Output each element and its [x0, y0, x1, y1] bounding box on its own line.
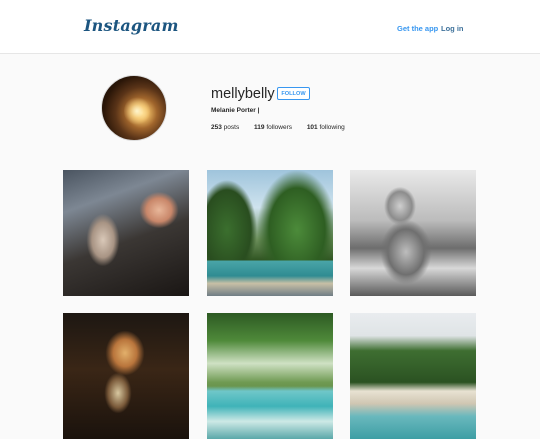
profile-full-name: Melanie Porter | — [211, 107, 260, 114]
followers-stat[interactable]: 119 followers — [254, 124, 292, 131]
following-count: 101 — [306, 124, 318, 131]
following-stat[interactable]: 101 following — [307, 124, 345, 131]
post-thumbnail-2[interactable] — [207, 170, 333, 296]
top-navigation-bar: Instagram Get the app Log in — [0, 0, 540, 54]
post-thumbnail-1[interactable] — [63, 170, 189, 296]
get-the-app-link[interactable]: Get the app — [397, 24, 438, 33]
followers-label: followers — [266, 124, 292, 131]
following-label: following — [319, 124, 345, 131]
profile-stats: 253 posts 119 followers 101 following — [211, 124, 358, 131]
avatar-image-highlight — [124, 96, 150, 126]
post-thumbnail-3[interactable] — [350, 170, 476, 296]
posts-label: posts — [223, 124, 240, 131]
post-thumbnail-6[interactable] — [350, 313, 476, 439]
follow-button[interactable]: FOLLOW — [277, 87, 310, 100]
posts-stat: 253 posts — [211, 124, 239, 131]
profile-username: mellybelly — [211, 86, 275, 102]
profile-avatar[interactable] — [101, 75, 167, 141]
posts-count: 253 — [211, 124, 222, 131]
post-thumbnail-5[interactable] — [207, 313, 333, 439]
log-in-link[interactable]: Log in — [441, 24, 464, 33]
instagram-logo[interactable]: Instagram — [84, 16, 179, 35]
followers-count: 119 — [254, 124, 265, 131]
post-thumbnail-4[interactable] — [63, 313, 189, 439]
